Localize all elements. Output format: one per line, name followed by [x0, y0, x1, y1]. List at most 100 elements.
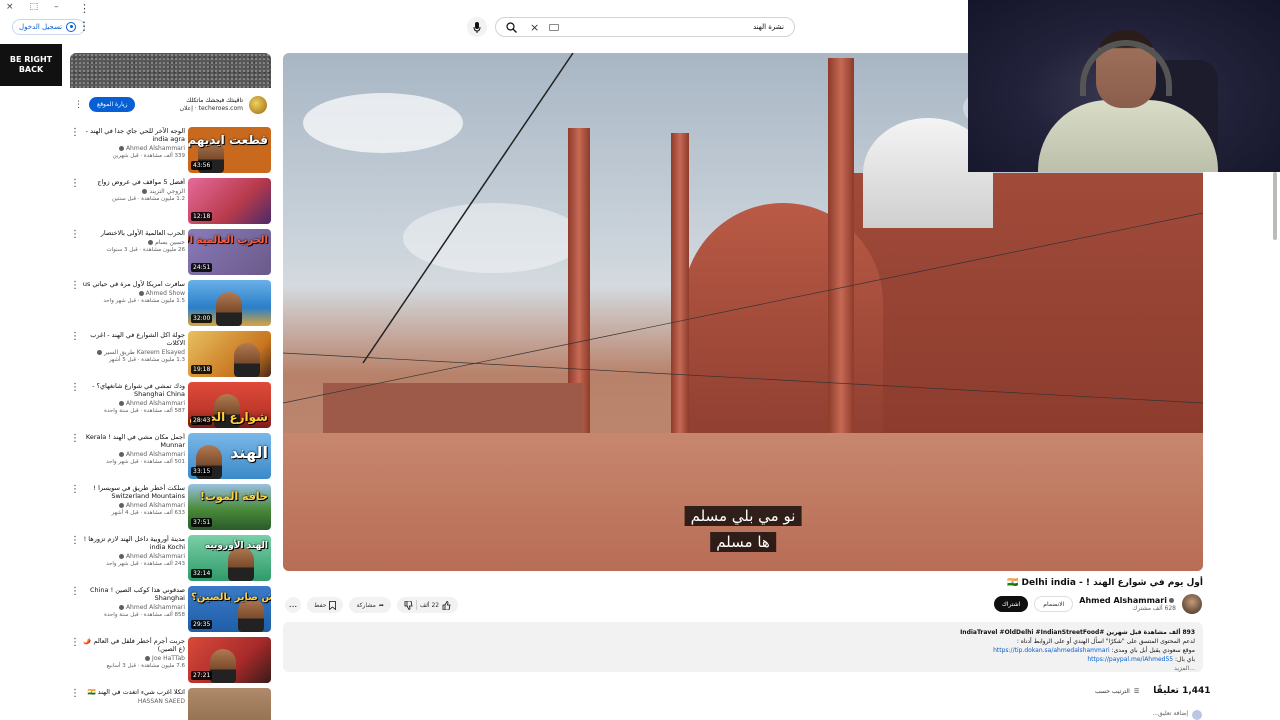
ad-banner[interactable]: [70, 53, 271, 88]
recommendation-item[interactable]: حافة الموت! 37:51 سلكت أخطر طريق في سويس…: [68, 482, 273, 533]
subscribe-button[interactable]: اشتراك: [993, 596, 1029, 612]
paypal-link[interactable]: https://paypal.me/iAhmed55: [1087, 656, 1173, 663]
video-title[interactable]: الحرب العالمية الأولى بالاختصار: [75, 229, 185, 237]
video-title-heading: أول يوم في شوارع الهند ! - 🇮🇳 Delhi indi…: [1007, 578, 1203, 588]
video-thumbnail[interactable]: الحرب العالمية الأولى 24:51: [188, 229, 271, 275]
channel-name[interactable]: Ahmed Alshammari: [126, 400, 185, 407]
ad-site: techeroes.com · إعلان: [179, 104, 243, 112]
video-thumbnail[interactable]: شوارع الصين 28:43: [188, 382, 271, 428]
more-actions-icon[interactable]: ⋮: [70, 280, 80, 291]
video-thumbnail[interactable]: قطعت ايديهم 43:56: [188, 127, 271, 173]
recommendation-item[interactable]: الهند 33:15 أجمل مكان مشي في الهند ! Ker…: [68, 431, 273, 482]
channel-name[interactable]: الزوجي التريند: [149, 188, 185, 195]
video-title[interactable]: أجمل مكان مشي في الهند ! Kerala Munnar: [75, 433, 185, 449]
channel-name[interactable]: Ahmed Alshammari: [126, 502, 185, 509]
video-title[interactable]: سافرت امريكا لأول مرة في حياتي us: [75, 280, 185, 288]
recommendation-item[interactable]: الهند الأوروبية 32:14 مدينة أوروبية داخل…: [68, 533, 273, 584]
show-more-link[interactable]: ...المزيد: [291, 664, 1195, 673]
video-meta: أفضل 5 مواقف في عروض زواج الزوجي التريند…: [75, 178, 185, 202]
ad-more-icon[interactable]: ⋮: [74, 100, 83, 110]
more-actions-icon[interactable]: ⋮: [70, 637, 80, 648]
channel-name[interactable]: Ahmed Alshammari: [126, 604, 185, 611]
channel-name[interactable]: Ahmed Alshammari: [126, 553, 185, 560]
signin-button[interactable]: تسجيل الدخول: [12, 19, 86, 35]
search-input[interactable]: [559, 23, 794, 31]
more-actions-icon[interactable]: ⋮: [70, 331, 80, 342]
keyboard-icon[interactable]: [549, 23, 560, 31]
thumbs-down-icon[interactable]: [404, 600, 413, 610]
headphones-icon: [1080, 40, 1172, 96]
window-more-icon[interactable]: ⋮: [79, 2, 90, 15]
channel-avatar[interactable]: [1182, 594, 1202, 614]
video-thumbnail[interactable]: حافة الموت! 37:51: [188, 484, 271, 530]
more-actions-icon[interactable]: ⋮: [70, 535, 80, 546]
video-title[interactable]: أفضل 5 مواقف في عروض زواج: [75, 178, 185, 186]
more-actions-icon[interactable]: ⋮: [70, 484, 80, 495]
video-thumbnail[interactable]: 27:21: [188, 637, 271, 683]
channel-name[interactable]: Ahmed Alshammari: [126, 145, 185, 152]
like-button[interactable]: 22 ألف: [420, 600, 451, 610]
more-actions-button[interactable]: ...: [285, 597, 301, 613]
recommendation-item[interactable]: ائكلا اغرب شيء اتغدت في الهند 🇮🇳 HASSAN …: [68, 686, 273, 720]
thumbnail-figure: [238, 598, 264, 632]
channel-name[interactable]: Kareem Elsayed طريق السير: [104, 349, 185, 356]
join-button[interactable]: الانضمام: [1034, 596, 1074, 612]
video-title[interactable]: جولة اكل الشوارع في الهند - اغرب الاكلات: [75, 331, 185, 347]
channel-name[interactable]: Ahmed Alshammari: [126, 451, 185, 458]
video-title[interactable]: صدقوني هذا كوكب الصين ! China Shanghai: [75, 586, 185, 602]
channel-name[interactable]: HASSAN SAEED: [138, 698, 185, 705]
visit-site-button[interactable]: زيارة الموقع: [89, 97, 136, 112]
share-button[interactable]: ➦ مشاركة: [349, 597, 391, 613]
video-title[interactable]: سلكت أخطر طريق في سويسرا ! Switzerland M…: [75, 484, 185, 500]
recommendation-item[interactable]: وش صاير بالصين؟ 29:35 صدقوني هذا كوكب ال…: [68, 584, 273, 635]
description-box[interactable]: 893 ألف مشاهدة قبل شهرين #IndiaTravel #O…: [283, 622, 1203, 672]
recommendation-item[interactable]: شوارع الصين 28:43 ودك تمشي في شوارع شانغ…: [68, 380, 273, 431]
maximize-window-icon[interactable]: ⬚: [30, 2, 39, 12]
video-thumbnail[interactable]: وش صاير بالصين؟ 29:35: [188, 586, 271, 632]
channel-name[interactable]: Joe HaTTab: [152, 655, 185, 662]
channel-name[interactable]: حسين بسام: [155, 239, 185, 246]
channel-name[interactable]: Ahmed Alshammari: [1079, 596, 1167, 605]
video-thumbnail[interactable]: [188, 688, 271, 720]
page-scrollbar[interactable]: [1273, 172, 1277, 240]
channel-owner: Ahmed Alshammari 628 ألف مشترك الانضمام …: [993, 594, 1202, 614]
subtitle-line-2: ها مسلم: [710, 532, 776, 552]
more-actions-icon[interactable]: ⋮: [70, 586, 80, 597]
verified-icon: [148, 240, 154, 245]
tip-link[interactable]: https://tip.dokan.sa/ahmedalshammari: [993, 647, 1110, 654]
video-title[interactable]: مدينة أوروبية داخل الهند لازم تزورها ! i…: [75, 535, 185, 551]
more-actions-icon[interactable]: ⋮: [70, 433, 80, 444]
minimize-window-icon[interactable]: –: [54, 2, 59, 12]
video-thumbnail[interactable]: الهند الأوروبية 32:14: [188, 535, 271, 581]
search-button[interactable]: [496, 17, 526, 37]
settings-more-icon[interactable]: ⋮: [78, 20, 90, 32]
more-actions-icon[interactable]: ⋮: [70, 229, 80, 240]
sort-comments-button[interactable]: ☰ الترتيب حسب: [1095, 688, 1139, 695]
video-thumbnail[interactable]: 32:00: [188, 280, 271, 326]
more-actions-icon[interactable]: ⋮: [70, 688, 80, 699]
video-title[interactable]: ائكلا اغرب شيء اتغدت في الهند 🇮🇳: [75, 688, 185, 696]
channel-name[interactable]: Ahmed Show: [146, 290, 185, 297]
video-title[interactable]: الوجه الآخر للحي جاي جدا في الهند - indi…: [75, 127, 185, 143]
more-actions-icon[interactable]: ⋮: [70, 382, 80, 393]
close-window-icon[interactable]: ×: [6, 2, 14, 12]
video-title[interactable]: ودك تمشي في شوارع شانغهاي؟ - Shanghai Ch…: [75, 382, 185, 398]
recommendation-item[interactable]: 32:00 سافرت امريكا لأول مرة في حياتي us …: [68, 278, 273, 329]
add-comment-placeholder[interactable]: إضافة تعليق...: [1152, 710, 1188, 720]
video-title[interactable]: جربت أجرم أخطر فلفل في العالم 🌶️ (ع الصي…: [75, 637, 185, 653]
voice-search-button[interactable]: [467, 17, 487, 37]
more-actions-icon[interactable]: ⋮: [70, 178, 80, 189]
more-actions-icon[interactable]: ⋮: [70, 127, 80, 138]
video-thumbnail[interactable]: الهند 33:15: [188, 433, 271, 479]
add-comment-row[interactable]: إضافة تعليق...: [1152, 710, 1202, 720]
clear-search-icon[interactable]: ×: [526, 21, 543, 34]
recommendation-item[interactable]: قطعت ايديهم 43:56 الوجه الآخر للحي جاي ج…: [68, 125, 273, 176]
video-thumbnail[interactable]: 19:18: [188, 331, 271, 377]
ad-card[interactable]: تاڤينثك فيجشك ماتكلك techeroes.com · إعل…: [70, 53, 271, 121]
recommendation-item[interactable]: 12:18 أفضل 5 مواقف في عروض زواج الزوجي ا…: [68, 176, 273, 227]
recommendation-item[interactable]: 19:18 جولة اكل الشوارع في الهند - اغرب ا…: [68, 329, 273, 380]
recommendation-item[interactable]: 27:21 جربت أجرم أخطر فلفل في العالم 🌶️ (…: [68, 635, 273, 686]
recommendation-item[interactable]: الحرب العالمية الأولى 24:51 الحرب العالم…: [68, 227, 273, 278]
save-button[interactable]: حفظ: [307, 597, 344, 613]
video-thumbnail[interactable]: 12:18: [188, 178, 271, 224]
